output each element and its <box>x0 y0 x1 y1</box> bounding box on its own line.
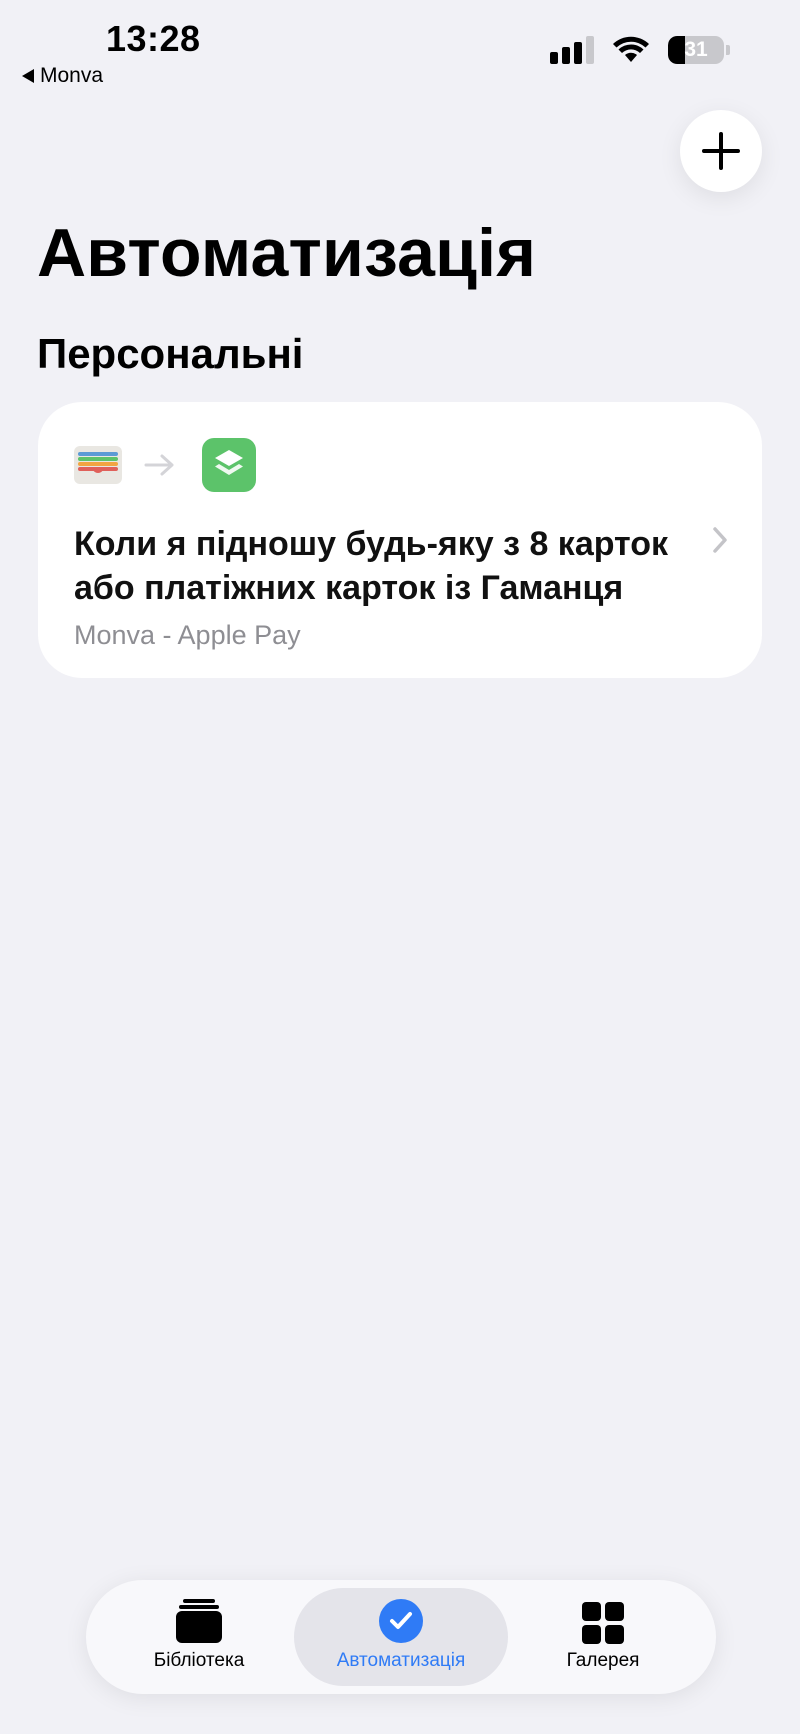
back-triangle-icon <box>22 69 34 83</box>
tab-automation[interactable]: Автоматизація <box>294 1588 508 1686</box>
automation-subtitle: Monva - Apple Pay <box>74 620 301 650</box>
automation-card[interactable]: Коли я підношу будь-яку з 8 карток або п… <box>38 402 762 678</box>
wifi-icon <box>613 36 649 62</box>
shortcuts-icon <box>202 438 256 492</box>
tab-gallery[interactable]: Галерея <box>496 1588 710 1686</box>
back-to-app-link[interactable]: Monva <box>22 64 103 88</box>
status-time: 13:28 <box>106 18 201 59</box>
tab-label: Автоматизація <box>336 1650 466 1671</box>
add-automation-button[interactable] <box>680 110 762 192</box>
tab-bar: Бібліотека Автоматизація Галерея <box>86 1580 716 1694</box>
gallery-grid-icon <box>582 1602 624 1644</box>
tab-library[interactable]: Бібліотека <box>92 1588 306 1686</box>
page-title: Автоматизація <box>37 215 537 291</box>
chevron-right-icon <box>713 527 727 553</box>
plus-icon <box>702 132 740 170</box>
battery-icon: 31 <box>668 36 724 64</box>
cellular-signal-icon <box>550 36 594 64</box>
status-indicators: 31 <box>550 36 730 64</box>
automation-title: Коли я підношу будь-яку з 8 карток або п… <box>74 525 669 607</box>
wallet-icon <box>74 446 122 484</box>
battery-level: 31 <box>684 38 708 61</box>
section-title: Персональні <box>37 330 304 377</box>
library-stack-icon <box>176 1599 222 1643</box>
automation-icons <box>74 438 256 492</box>
automation-screen: 13:28 Monva 31 Автоматизація Персональні… <box>0 0 800 1734</box>
battery-cap <box>726 45 730 55</box>
back-link-label: Monva <box>40 64 104 87</box>
automation-clock-check-icon <box>379 1599 423 1643</box>
tab-label: Бібліотека <box>153 1650 245 1671</box>
tab-label: Галерея <box>566 1650 640 1671</box>
arrow-right-icon <box>144 454 174 476</box>
